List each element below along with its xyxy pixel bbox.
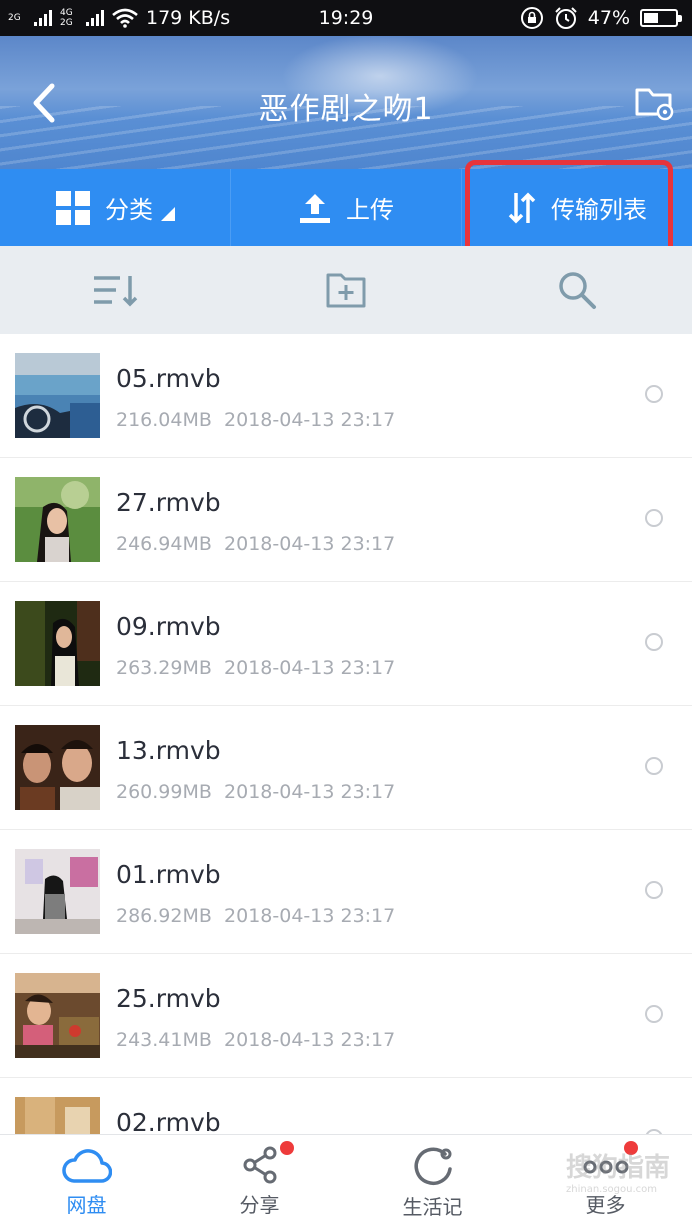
file-name: 13.rmvb: [116, 736, 221, 765]
select-checkbox[interactable]: [645, 509, 663, 527]
file-meta: 263.29MB 2018-04-13 23:17: [116, 657, 395, 679]
file-date: 2018-04-13 23:17: [224, 905, 396, 927]
select-checkbox[interactable]: [645, 385, 663, 403]
sort-icon: [94, 276, 138, 307]
page-title: 恶作剧之吻1: [258, 92, 434, 127]
folder-settings-icon[interactable]: [634, 82, 676, 122]
file-meta: 243.41MB 2018-04-13 23:17: [116, 1029, 395, 1051]
file-name: 01.rmvb: [116, 860, 221, 889]
video-thumbnail: [15, 973, 100, 1058]
new-folder-icon: [326, 273, 366, 308]
file-list: 05.rmvb 216.04MB 2018-04-13 23:17 27.rmv…: [0, 334, 692, 1134]
video-thumbnail: [15, 849, 100, 934]
grid-icon: [56, 190, 90, 225]
file-row[interactable]: 13.rmvb 260.99MB 2018-04-13 23:17: [0, 706, 692, 830]
battery-level: [644, 13, 659, 23]
search-icon: [558, 272, 596, 309]
transfer-list-button[interactable]: 传输列表: [462, 169, 692, 246]
file-date: 2018-04-13 23:17: [224, 781, 396, 803]
share-notification-badge: [279, 1141, 294, 1155]
file-row[interactable]: 01.rmvb 286.92MB 2018-04-13 23:17: [0, 830, 692, 954]
file-row[interactable]: 27.rmvb 246.94MB 2018-04-13 23:17: [0, 458, 692, 582]
nav-share[interactable]: 分享: [173, 1135, 346, 1230]
select-checkbox[interactable]: [645, 633, 663, 651]
file-size: 243.41MB: [116, 1029, 212, 1051]
header-banner: 恶作剧之吻1: [0, 36, 692, 169]
transfer-list-label: 传输列表: [551, 196, 647, 224]
file-meta: 260.99MB 2018-04-13 23:17: [116, 781, 395, 803]
select-checkbox[interactable]: [645, 1005, 663, 1023]
file-name: 25.rmvb: [116, 984, 221, 1013]
upload-button[interactable]: 上传: [231, 169, 462, 246]
nav-netdisk-label: 网盘: [66, 1193, 107, 1217]
file-meta: 246.94MB 2018-04-13 23:17: [116, 533, 395, 555]
watermark-domain: zhinan.sogou.com: [565, 1184, 657, 1195]
nav-life-label: 生活记: [402, 1195, 463, 1219]
file-row[interactable]: 09.rmvb 263.29MB 2018-04-13 23:17: [0, 582, 692, 706]
file-meta: 216.04MB 2018-04-13 23:17: [116, 409, 395, 431]
file-date: 2018-04-13 23:17: [224, 533, 396, 555]
video-thumbnail: [15, 353, 100, 438]
file-name: 05.rmvb: [116, 364, 221, 393]
watermark-brand: 搜狗指南: [565, 1153, 670, 1183]
cloud-icon: [61, 1149, 112, 1183]
video-thumbnail: [15, 1097, 100, 1134]
category-label: 分类: [105, 196, 153, 224]
battery-icon: [640, 9, 682, 27]
file-size: 246.94MB: [116, 533, 212, 555]
file-row[interactable]: 25.rmvb 243.41MB 2018-04-13 23:17: [0, 954, 692, 1078]
search-button[interactable]: [461, 270, 692, 310]
file-name: 02.rmvb: [116, 1108, 221, 1134]
nav-share-label: 分享: [239, 1193, 280, 1217]
file-row[interactable]: 05.rmvb 216.04MB 2018-04-13 23:17: [0, 334, 692, 458]
file-size: 286.92MB: [116, 905, 212, 927]
status-right: 47%: [520, 0, 682, 36]
file-row[interactable]: 02.rmvb: [0, 1078, 692, 1134]
nav-netdisk[interactable]: 网盘: [0, 1135, 173, 1230]
top-toolbar: 分类 上传 传输列表: [0, 169, 692, 246]
watermark: 搜狗指南 zhinan.sogou.com: [566, 1147, 670, 1195]
video-thumbnail: [15, 601, 100, 686]
select-checkbox[interactable]: [645, 881, 663, 899]
file-name: 09.rmvb: [116, 612, 221, 641]
video-thumbnail: [15, 725, 100, 810]
file-size: 263.29MB: [116, 657, 212, 679]
file-name: 27.rmvb: [116, 488, 221, 517]
alarm-clock-icon: [555, 7, 577, 29]
upload-icon: [300, 193, 330, 223]
file-date: 2018-04-13 23:17: [224, 409, 396, 431]
action-bar: [0, 246, 692, 334]
upload-label: 上传: [346, 196, 394, 224]
share-icon: [243, 1146, 276, 1184]
video-thumbnail: [15, 477, 100, 562]
file-size: 216.04MB: [116, 409, 212, 431]
file-meta: 286.92MB 2018-04-13 23:17: [116, 905, 395, 927]
transfer-arrows-icon: [508, 192, 536, 223]
file-date: 2018-04-13 23:17: [224, 657, 396, 679]
nav-life[interactable]: 生活记: [346, 1135, 519, 1230]
life-record-icon: [413, 1147, 452, 1185]
sort-button[interactable]: [0, 272, 231, 308]
file-size: 260.99MB: [116, 781, 212, 803]
file-date: 2018-04-13 23:17: [224, 1029, 396, 1051]
select-checkbox[interactable]: [645, 757, 663, 775]
rotation-lock-icon: [520, 7, 543, 29]
category-button[interactable]: 分类: [0, 169, 231, 246]
battery-percent: 47%: [587, 7, 630, 29]
new-folder-button[interactable]: [231, 271, 462, 309]
status-bar: 2G 4G 2G 179 KB/s 19:29 47%: [0, 0, 692, 36]
dropdown-triangle-icon: [161, 206, 175, 221]
